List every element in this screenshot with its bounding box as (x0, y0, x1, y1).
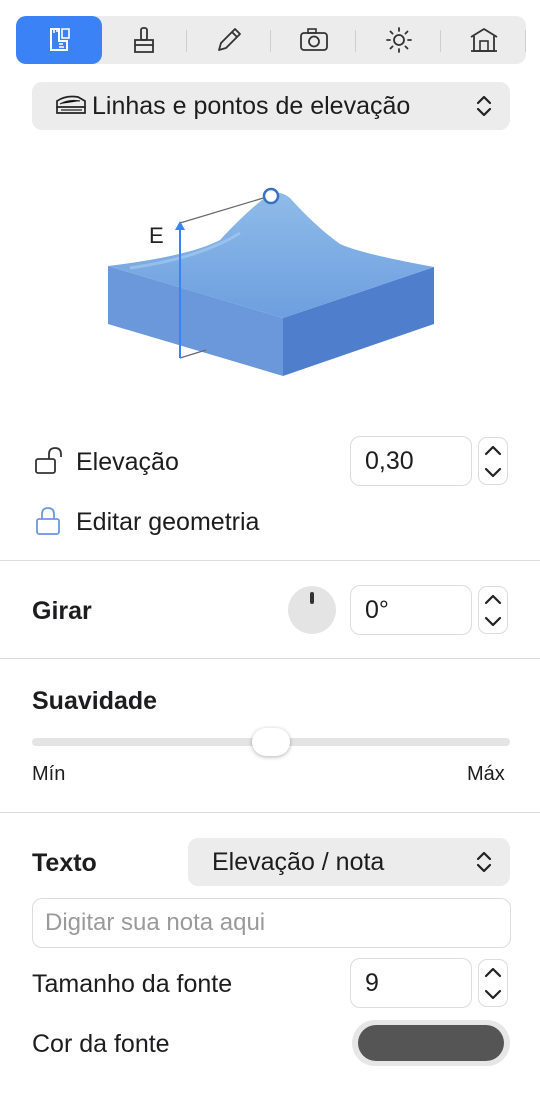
tab-materials[interactable] (102, 16, 187, 64)
stepper-down-icon[interactable] (483, 466, 503, 480)
tab-light[interactable] (356, 16, 442, 64)
slider-max-label: Máx (467, 763, 505, 785)
stepper-up-icon[interactable] (483, 592, 503, 606)
rotate-label: Girar (32, 597, 92, 625)
unlock-icon[interactable] (34, 446, 66, 476)
font-size-label: Tamanho da fonte (32, 970, 233, 998)
elevation-stepper[interactable] (478, 437, 508, 485)
font-size-field[interactable]: 9 (350, 958, 472, 1008)
dial-indicator (310, 592, 314, 604)
terrain-layers-icon (56, 95, 86, 114)
up-down-chevron-icon (476, 851, 492, 873)
smoothness-slider-thumb[interactable] (252, 728, 290, 756)
edit-geometry-label[interactable]: Editar geometria (76, 508, 259, 537)
house-icon (470, 28, 498, 52)
stepper-up-icon[interactable] (483, 965, 503, 979)
divider (0, 560, 540, 561)
lock-icon[interactable] (34, 505, 64, 537)
camera-icon (299, 28, 328, 51)
sun-icon (385, 27, 412, 53)
elevation-point-handle (262, 187, 280, 205)
font-size-stepper[interactable] (478, 959, 508, 1007)
up-down-chevron-icon (476, 95, 492, 117)
stepper-down-icon[interactable] (483, 615, 503, 629)
tab-camera[interactable] (271, 16, 357, 64)
elevation-label: Elevação (76, 448, 179, 476)
text-mode-select[interactable]: Elevação / nota (188, 838, 510, 886)
stepper-up-icon[interactable] (483, 443, 503, 457)
inspector-tab-bar (16, 16, 526, 64)
elevation-marker-label: E (149, 223, 164, 248)
tab-plan[interactable] (16, 16, 102, 64)
text-label: Texto (32, 849, 97, 877)
note-input[interactable] (32, 898, 511, 948)
text-mode-value: Elevação / nota (212, 847, 385, 876)
tab-building[interactable] (441, 16, 526, 64)
rotation-dial[interactable] (288, 586, 336, 634)
tab-draw[interactable] (187, 16, 272, 64)
plan-ruler-icon (49, 28, 70, 51)
elevation-field[interactable]: 0,30 (350, 436, 472, 486)
font-color-swatch[interactable] (358, 1025, 504, 1061)
font-color-label: Cor da fonte (32, 1030, 170, 1058)
divider (0, 658, 540, 659)
font-color-well[interactable] (352, 1020, 510, 1066)
stepper-down-icon[interactable] (483, 988, 503, 1002)
category-select[interactable]: Linhas e pontos de elevação (32, 82, 510, 130)
terrain-elevation-illustration: E (108, 187, 434, 376)
paint-brush-icon (134, 27, 155, 53)
smoothness-label: Suavidade (32, 687, 158, 715)
rotate-field[interactable]: 0° (350, 585, 472, 635)
category-label: Linhas e pontos de elevação (92, 91, 411, 120)
pencil-icon (218, 28, 241, 51)
rotate-stepper[interactable] (478, 586, 508, 634)
divider (0, 812, 540, 813)
slider-min-label: Mín (32, 763, 66, 785)
